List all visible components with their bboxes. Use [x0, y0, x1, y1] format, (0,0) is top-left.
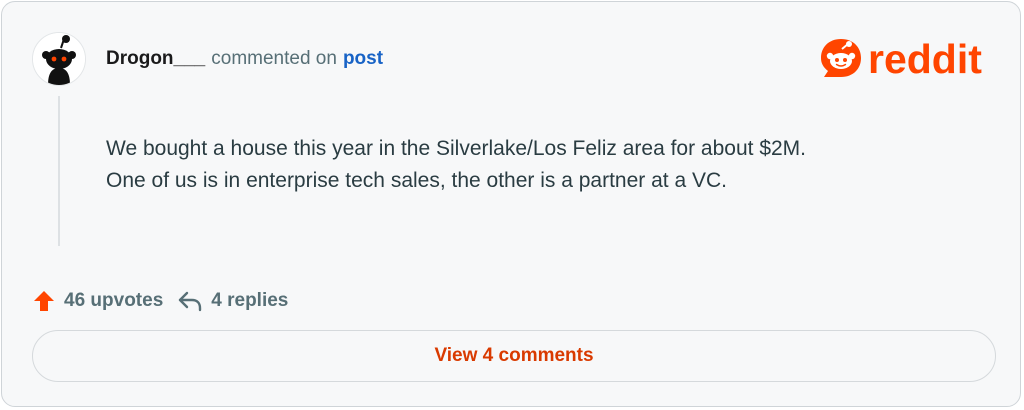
view-comments-button[interactable]: View 4 comments	[32, 330, 996, 382]
reddit-wordmark: reddit	[868, 36, 982, 82]
post-link[interactable]: post	[343, 48, 383, 69]
comment-body: We bought a house this year in the Silve…	[106, 133, 986, 197]
replies-button[interactable]: 4 replies	[177, 289, 288, 313]
reply-arrow-icon	[177, 289, 203, 313]
upvote-button[interactable]: 46 upvotes	[32, 289, 163, 313]
comment-meta: Drogon___ commented on post	[106, 47, 383, 71]
upvote-count: 46 upvotes	[64, 290, 164, 311]
snoo-avatar-icon	[33, 33, 85, 85]
reddit-logo[interactable]: reddit	[818, 36, 982, 82]
author-avatar[interactable]	[32, 32, 86, 86]
comment-line: One of us is in enterprise tech sales, t…	[106, 169, 727, 192]
reddit-snoo-icon	[821, 39, 861, 77]
author-username[interactable]: Drogon___	[106, 48, 205, 69]
upvote-arrow-icon	[32, 289, 56, 313]
comment-card: Drogon___ commented on post reddit We boug…	[1, 1, 1021, 407]
action-text: commented on	[211, 48, 337, 69]
comment-line: We bought a house this year in the Silve…	[106, 137, 807, 160]
reply-count: 4 replies	[211, 290, 289, 311]
thread-line	[58, 96, 60, 246]
comment-actions: 46 upvotes 4 replies	[32, 287, 288, 315]
